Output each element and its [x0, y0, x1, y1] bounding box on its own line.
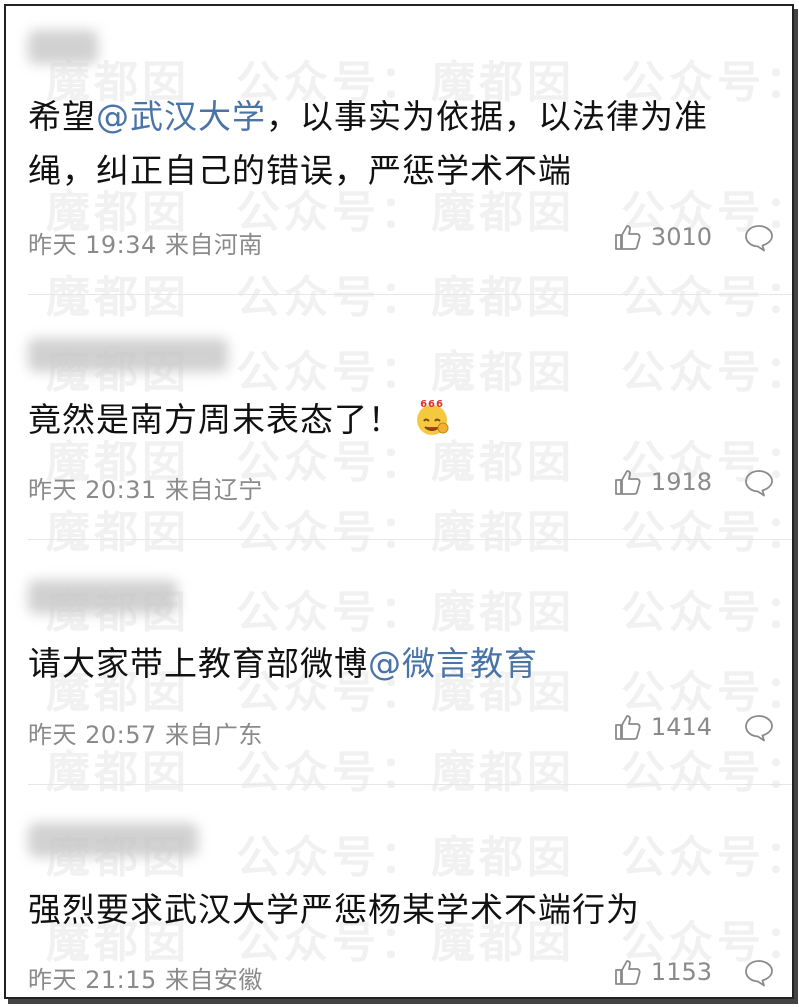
like-count: 1918	[650, 468, 712, 496]
like-button[interactable]: 1153	[613, 957, 712, 987]
comment-text: 强烈要求武汉大学严惩杨某学术不端行为	[28, 883, 768, 937]
comment-meta: 昨天 20:31 来自辽宁	[28, 470, 263, 505]
username-blurred[interactable]	[28, 823, 198, 857]
emoji-label: 666	[420, 399, 444, 410]
comment-item: 请大家带上教育部微博@微言教育 昨天 20:57 来自广东 1414	[6, 540, 792, 784]
like-button[interactable]: 1918	[613, 467, 712, 497]
thumbs-up-icon	[615, 470, 641, 495]
mention-link[interactable]: @微言教育	[368, 644, 538, 683]
comment-item: 强烈要求武汉大学严惩杨某学术不端行为 昨天 21:15 来自安徽 1153	[6, 785, 792, 997]
username-blurred[interactable]	[28, 338, 228, 372]
like-button[interactable]: 3010	[613, 222, 712, 252]
comment-time: 昨天 20:57	[28, 721, 157, 749]
like-count: 1153	[650, 958, 712, 986]
laugh-emoji-icon: 666	[412, 397, 452, 437]
comment-item: 竟然是南方周末表态了！ 666 昨天 20:31 来自辽宁 1918	[6, 295, 792, 539]
thumbs-up-icon	[615, 715, 641, 740]
comment-bubble-icon[interactable]	[744, 469, 774, 497]
like-button[interactable]: 1414	[613, 712, 712, 742]
username-blurred[interactable]	[28, 30, 98, 64]
comment-text-part: 竟然是南方周末表态了！	[28, 400, 402, 439]
comment-text: 请大家带上教育部微博@微言教育	[28, 637, 768, 691]
comment-meta: 昨天 20:57 来自广东	[28, 715, 263, 750]
comment-item: 希望@武汉大学，以事实为依据，以法律为准绳，纠正自己的错误，严惩学术不端 昨天 …	[6, 6, 792, 294]
comment-bubble-icon[interactable]	[744, 714, 774, 742]
comment-meta: 昨天 19:34 来自河南	[28, 225, 263, 260]
comment-time: 昨天 20:31	[28, 476, 157, 504]
comment-time: 昨天 19:34	[28, 231, 157, 259]
mention-link[interactable]: @武汉大学	[96, 97, 266, 136]
comment-meta: 昨天 21:15 来自安徽	[28, 960, 263, 995]
comment-screenshot-frame: 魔都囡 公众号： 魔都囡 公众号： 魔都囡 公众号： 魔都囡 公众号： 魔都囡 …	[4, 4, 794, 999]
comment-text: 竟然是南方周末表态了！ 666	[28, 393, 768, 447]
comment-time: 昨天 21:15	[28, 966, 157, 994]
comment-bubble-icon[interactable]	[744, 959, 774, 987]
thumbs-up-icon	[615, 960, 641, 985]
like-count: 1414	[650, 713, 712, 741]
like-count: 3010	[650, 223, 712, 251]
comment-location: 来自广东	[164, 721, 263, 749]
comment-text-part: 请大家带上教育部微博	[28, 644, 368, 683]
comment-text-part: 希望	[28, 97, 96, 136]
username-blurred[interactable]	[28, 580, 178, 614]
comment-bubble-icon[interactable]	[744, 224, 774, 252]
comment-text-part: 强烈要求武汉大学严惩杨某学术不端行为	[28, 890, 640, 929]
comment-text: 希望@武汉大学，以事实为依据，以法律为准绳，纠正自己的错误，严惩学术不端	[28, 90, 768, 198]
thumbs-up-icon	[615, 225, 641, 250]
comment-location: 来自安徽	[164, 966, 263, 994]
comment-location: 来自辽宁	[164, 476, 263, 504]
comment-location: 来自河南	[164, 231, 263, 259]
